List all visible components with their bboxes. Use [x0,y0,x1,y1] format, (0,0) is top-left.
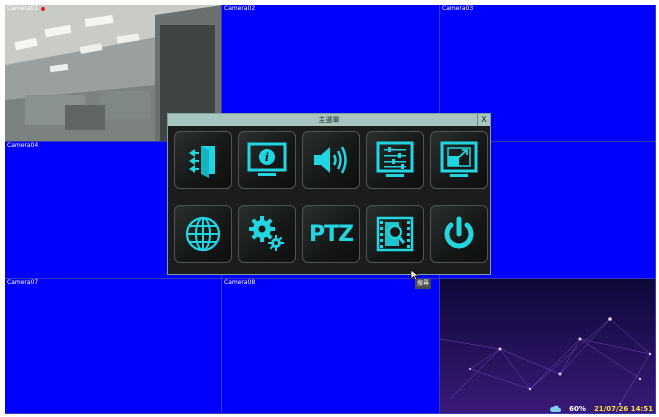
status-bar: 60% 21/07/26 14:51 [549,404,653,413]
power-button[interactable] [430,205,488,263]
camera-cell-8[interactable]: Camera08 [222,279,440,414]
settings-button[interactable] [238,205,296,263]
menu-tiles: i PTZ [174,131,488,263]
volume-icon [314,146,347,174]
settings-icon [249,216,284,251]
network-icon [185,216,221,252]
info-button[interactable]: i [238,131,296,189]
power-icon [444,216,474,249]
network-button[interactable] [174,205,232,263]
search-video-button[interactable] [366,205,424,263]
display-button[interactable] [430,131,488,189]
tooltip: 搜尋 [415,279,432,289]
menu-title: 主選單 [318,116,340,124]
camera-label: Camera07 [7,279,39,286]
camera-label: Camera03 [442,5,474,12]
ptz-button[interactable]: PTZ [302,205,360,263]
adjust-button[interactable] [366,131,424,189]
search-video-icon [376,216,414,252]
menu-title-bar: 主選單 X [168,114,490,126]
datetime: 21/07/26 14:51 [593,404,653,413]
display-icon [440,141,478,177]
camera-label: Camera04 [7,142,39,149]
svg-text:i: i [265,151,269,164]
info-icon: i [247,142,287,176]
camera-label: Camera02 [224,5,256,12]
volume-button[interactable] [302,131,360,189]
main-menu-dialog: 主選單 X i PTZ [167,113,491,275]
adjust-icon [376,141,414,177]
cloud-icon [550,405,562,412]
ptz-icon: PTZ [308,221,354,247]
close-button[interactable]: X [477,114,490,126]
exit-icon [189,146,215,178]
record-indicator [41,7,45,11]
camera-cell-9[interactable] [440,279,656,414]
camera-cell-7[interactable]: Camera07 [5,279,222,414]
exit-button[interactable] [174,131,232,189]
network-art-feed [440,279,655,413]
camera-label: Camera08 [224,279,256,286]
disk-usage: 60% [569,404,586,413]
camera-label: Camera01 [7,5,39,12]
